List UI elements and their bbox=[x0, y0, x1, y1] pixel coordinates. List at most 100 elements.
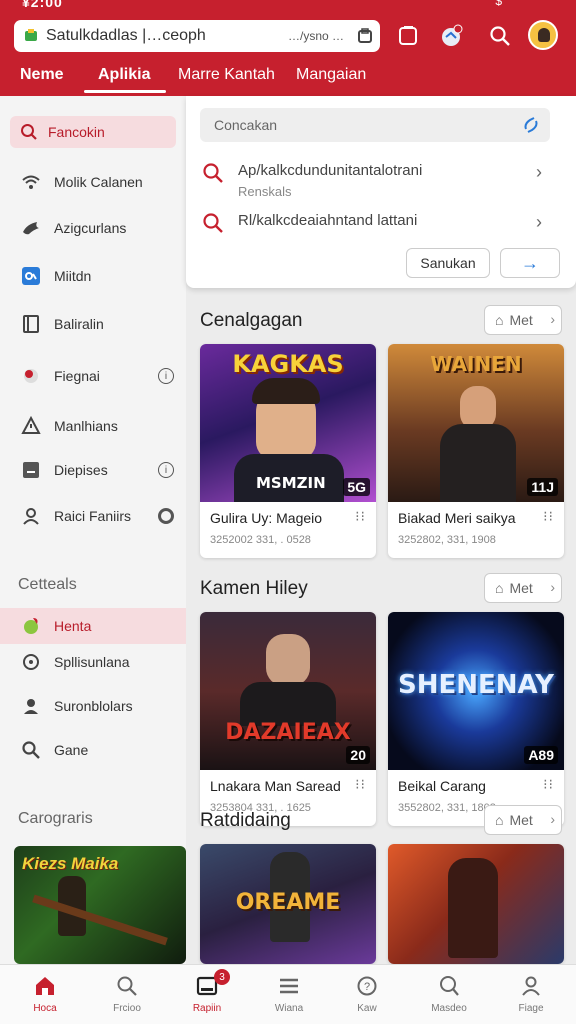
bottom-nav-help[interactable]: ? Kaw bbox=[326, 965, 408, 1024]
sidebar-item-raici[interactable]: Raici Faniirs bbox=[0, 498, 186, 534]
info-icon[interactable]: i bbox=[158, 368, 174, 384]
poster-figure bbox=[448, 858, 498, 958]
minus-box-icon bbox=[20, 459, 42, 481]
leaf-icon bbox=[20, 615, 42, 637]
search-input-placeholder: Concakan bbox=[214, 117, 278, 133]
shield-icon[interactable] bbox=[356, 27, 374, 45]
sidebar-item-label: Spllisunlana bbox=[54, 654, 130, 670]
sidebar-featured-thumbnail[interactable]: Kiezs Maika bbox=[14, 846, 186, 964]
info-icon[interactable]: i bbox=[158, 462, 174, 478]
app-card[interactable]: SHENENAY A89 Beikal Carang 3552802, 331,… bbox=[388, 612, 564, 826]
card-thumbnail: OREAME bbox=[200, 844, 376, 964]
search-suggestion[interactable]: Ap/kalkcdundunitantalotrani Renskals › bbox=[200, 160, 550, 200]
sidebar-item-label: Diepises bbox=[54, 462, 108, 478]
link-icon[interactable] bbox=[522, 116, 540, 134]
card-thumbnail: DAZAIEAX 20 bbox=[200, 612, 376, 770]
bottom-nav-label: Frcioo bbox=[113, 1003, 141, 1014]
poster-title: WAINEN bbox=[430, 352, 522, 376]
tab-home[interactable]: Neme bbox=[20, 66, 64, 84]
bottom-nav-label: Wiana bbox=[274, 1003, 304, 1014]
thumbnail-title: Kiezs Maika bbox=[22, 854, 119, 873]
poster-title: SHENENAY bbox=[398, 670, 554, 700]
poster-hair bbox=[252, 378, 320, 404]
section-title: Ratdidaing bbox=[200, 810, 291, 831]
poster-title: DAZAIEAX bbox=[225, 720, 351, 745]
status-time: ¥2:00 bbox=[22, 0, 63, 10]
site-icon bbox=[22, 27, 40, 45]
tabs-icon[interactable] bbox=[394, 22, 422, 50]
bottom-nav-search[interactable]: Frcioo bbox=[86, 965, 168, 1024]
app-card[interactable]: WAINEN 11J Biakad Meri saikya 3252802, 3… bbox=[388, 344, 564, 558]
bottom-nav: Hoca Frcioo 3 Rapiin Wiana ? Kaw Masdeo … bbox=[0, 964, 576, 1024]
tab-apps[interactable]: Aplikia bbox=[98, 66, 150, 84]
tab-more[interactable]: Marre Kantah bbox=[178, 66, 275, 84]
address-bar[interactable]: Satulkdadlas |…ceoph …/ysno … bbox=[14, 20, 380, 52]
bottom-nav-home[interactable]: Hoca bbox=[4, 965, 86, 1024]
list-icon bbox=[276, 973, 302, 999]
more-options-icon[interactable]: ⁝⁝ bbox=[355, 776, 366, 793]
inbox-icon: 3 bbox=[194, 969, 230, 999]
app-card[interactable]: OREAME bbox=[200, 844, 376, 964]
sidebar-item-gane[interactable]: Gane bbox=[0, 732, 186, 768]
more-button[interactable]: ⌂ Met › bbox=[484, 573, 562, 603]
thumbnail-weapon bbox=[32, 894, 168, 946]
bottom-nav-label: Hoca bbox=[33, 1003, 57, 1014]
search-dropdown: Concakan Ap/kalkcdundunitantalotrani Ren… bbox=[186, 96, 576, 288]
chevron-right-icon: › bbox=[550, 579, 555, 595]
sidebar-item-label: Molik Calanen bbox=[54, 174, 143, 190]
suggestion-text: Ap/kalkcdundunitantalotrani bbox=[238, 162, 423, 179]
search-input[interactable]: Concakan bbox=[200, 108, 550, 142]
app-card[interactable] bbox=[388, 844, 564, 964]
status-indicator: $ bbox=[495, 0, 502, 8]
more-options-icon[interactable]: ⁝⁝ bbox=[543, 776, 554, 793]
sidebar-item-fiegnai[interactable]: Fiegnai i bbox=[0, 358, 186, 394]
more-button[interactable]: ⌂ Met › bbox=[484, 305, 562, 335]
sidebar-item-label: Gane bbox=[54, 742, 89, 758]
avatar[interactable] bbox=[528, 20, 558, 50]
active-tab-indicator bbox=[84, 90, 166, 93]
sidebar-item-label: Azigcurlans bbox=[54, 220, 127, 236]
more-label: Met bbox=[509, 812, 533, 828]
svg-text:?: ? bbox=[364, 981, 370, 993]
more-label: Met bbox=[509, 312, 533, 328]
address-suffix: …/ysno … bbox=[287, 29, 344, 43]
app-card[interactable]: DAZAIEAX 20 Lnakara Man Saread 3253804 3… bbox=[200, 612, 376, 826]
card-badge: A89 bbox=[524, 746, 558, 764]
bottom-nav-list[interactable]: Wiana bbox=[248, 965, 330, 1024]
home-outline-icon: ⌂ bbox=[495, 580, 504, 596]
more-options-icon[interactable]: ⁝⁝ bbox=[355, 508, 366, 525]
app-card[interactable]: KAGKAS MSMZIN 5G Gulira Uy: Mageio 32520… bbox=[200, 344, 376, 558]
address-text: Satulkdadlas |…ceoph bbox=[46, 27, 206, 44]
search-icon[interactable] bbox=[486, 22, 514, 50]
poster-body bbox=[440, 424, 516, 502]
sidebar-item-baliralin[interactable]: Baliralin bbox=[0, 306, 186, 342]
sidebar-item-miitdn[interactable]: Miitdn bbox=[0, 258, 186, 294]
sidebar-item-henta[interactable]: Henta bbox=[0, 608, 186, 644]
notification-icon[interactable] bbox=[438, 22, 466, 50]
sidebar-item-diepises[interactable]: Diepises i bbox=[0, 452, 186, 488]
sidebar-search[interactable]: Fancokin bbox=[10, 116, 176, 148]
card-thumbnail: SHENENAY A89 bbox=[388, 612, 564, 770]
sidebar-item-azig[interactable]: Azigcurlans bbox=[0, 210, 186, 246]
more-options-icon[interactable]: ⁝⁝ bbox=[543, 508, 554, 525]
sidebar-item-manlhians[interactable]: Manlhians bbox=[0, 408, 186, 444]
sidebar-item-suronblolars[interactable]: Suronblolars bbox=[0, 688, 186, 724]
chevron-right-icon: › bbox=[550, 311, 555, 327]
bottom-nav-profile[interactable]: Fiage bbox=[490, 965, 572, 1024]
sidebar-item-spllisunlana[interactable]: Spllisunlana bbox=[0, 644, 186, 680]
more-button[interactable]: ⌂ Met › bbox=[484, 805, 562, 835]
sidebar-item-label: Miitdn bbox=[54, 268, 92, 284]
card-meta: 3252002 331, . 0528 bbox=[210, 534, 311, 546]
search-suggestion[interactable]: Rl/kalkcdeaiahntand lattani › bbox=[200, 210, 550, 240]
bottom-nav-discover[interactable]: Masdeo bbox=[408, 965, 490, 1024]
warning-icon bbox=[20, 415, 42, 437]
go-arrow-button[interactable]: → bbox=[500, 248, 560, 278]
radio-icon[interactable] bbox=[158, 508, 174, 524]
sidebar-item-molik[interactable]: Molik Calanen bbox=[0, 164, 186, 200]
bottom-nav-inbox[interactable]: 3 Rapiin bbox=[166, 965, 248, 1024]
card-badge: 20 bbox=[346, 746, 370, 764]
tab-manage[interactable]: Mangaian bbox=[296, 66, 366, 84]
card-badge: 5G bbox=[343, 478, 370, 496]
chevron-right-icon: › bbox=[550, 811, 555, 827]
search-submit-button[interactable]: Sanukan bbox=[406, 248, 490, 278]
